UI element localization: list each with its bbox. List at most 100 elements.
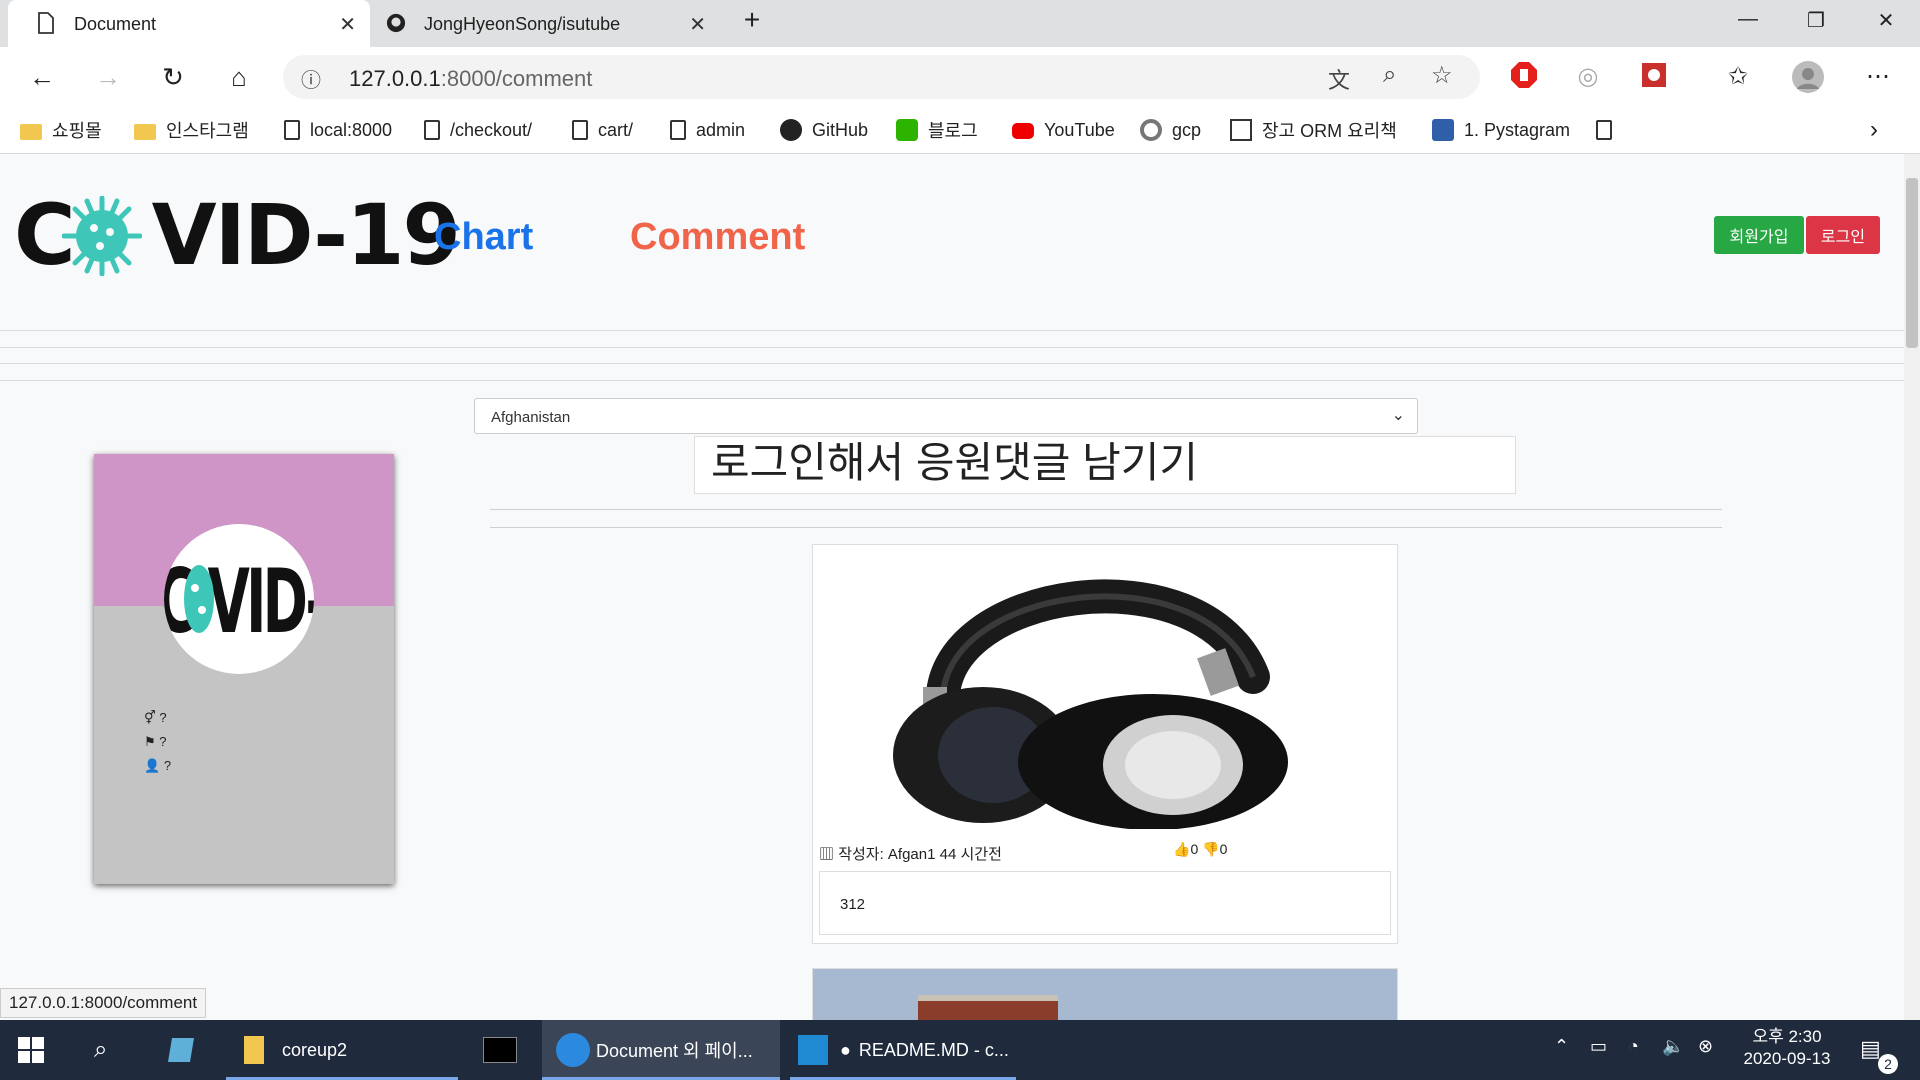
flag-icon: ⚑ <box>144 734 160 749</box>
url-text[interactable]: 127.0.0.1:8000/comment <box>349 66 592 92</box>
bookmark-youtube[interactable]: YouTube <box>1012 115 1115 145</box>
page-icon <box>424 120 440 140</box>
tab-isutube[interactable]: JongHyeonSong/isutube ✕ <box>370 0 720 47</box>
zoom-icon[interactable]: ⌕ <box>1383 61 1396 89</box>
thumbs-up-icon[interactable]: 👍 <box>1173 841 1190 857</box>
adblock-icon[interactable] <box>1508 61 1540 93</box>
browser-title-bar: Document ✕ JongHyeonSong/isutube ✕ + — ❐… <box>0 0 1920 47</box>
close-tab-icon[interactable]: ✕ <box>689 12 706 37</box>
tab-document[interactable]: Document ✕ <box>8 0 370 47</box>
battery-icon[interactable]: ▭ <box>1590 1036 1607 1057</box>
taskbar-clock[interactable]: 오후 2:30 2020-09-13 <box>1742 1026 1832 1070</box>
country-select-value: Afghanistan <box>491 409 571 426</box>
comment-reactions: 👍0 👎0 <box>1173 841 1227 858</box>
info-icon[interactable]: ⓘ <box>301 64 321 93</box>
notification-count-badge: 2 <box>1878 1054 1898 1074</box>
dismiss-circle-icon[interactable]: ⊗ <box>1698 1036 1713 1057</box>
country-select[interactable]: Afghanistan ⌄ <box>474 398 1418 434</box>
taskbar-item-coreup2[interactable]: coreup2 <box>226 1020 458 1080</box>
profile-country-value: ? <box>159 734 167 749</box>
taskbar-item-edge[interactable]: Document 외 페이... <box>542 1020 780 1080</box>
address-bar[interactable]: ⓘ 127.0.0.1:8000/comment ⽂ ⌕ ☆ <box>283 55 1480 99</box>
virus-icon <box>62 196 142 276</box>
bookmark-instagram[interactable]: 인스타그램 <box>134 115 249 145</box>
url-path: :8000/comment <box>440 66 593 91</box>
bookmark-label: GitHub <box>812 119 869 140</box>
back-icon[interactable]: ← <box>26 61 58 93</box>
refresh-icon[interactable]: ↻ <box>157 61 189 93</box>
bookmark-github[interactable]: GitHub <box>780 115 868 145</box>
profile-avatar-icon[interactable] <box>1792 61 1824 93</box>
page-scrollbar[interactable] <box>1904 154 1920 1020</box>
bookmark-checkout[interactable]: /checkout/ <box>424 115 532 145</box>
building-image <box>813 969 1397 1020</box>
home-icon[interactable]: ⌂ <box>223 61 255 93</box>
terminal-icon[interactable] <box>470 1020 530 1080</box>
divider <box>0 347 1904 348</box>
bookmark-untitled[interactable] <box>1596 115 1622 145</box>
bookmark-label: admin <box>696 119 746 140</box>
profile-gender-value: ? <box>159 710 167 725</box>
bookmark-shopping[interactable]: 쇼핑몰 <box>20 115 102 145</box>
notification-icon[interactable]: ▤ <box>1860 1036 1881 1062</box>
bookmark-label: cart/ <box>598 119 634 140</box>
github-icon <box>780 119 802 141</box>
bookmark-local[interactable]: local:8000 <box>284 115 392 145</box>
bookmark-label: 1. Pystagram <box>1464 119 1571 140</box>
divider <box>0 363 1904 364</box>
divider <box>490 509 1722 510</box>
minimize-icon[interactable]: — <box>1728 8 1768 31</box>
author-icon: ▥ <box>819 846 835 863</box>
bookmark-cart[interactable]: cart/ <box>572 115 633 145</box>
vscode-icon <box>798 1035 828 1065</box>
gender-icon: ⚥ <box>144 710 160 725</box>
scrollbar-thumb[interactable] <box>1906 178 1918 348</box>
avatar: C VID-19 <box>164 524 314 674</box>
taskbar-item-vscode[interactable]: ● README.MD - c... <box>790 1020 1016 1080</box>
favorite-star-icon[interactable]: ☆ <box>1431 61 1453 90</box>
nav-comment-link[interactable]: Comment <box>630 216 805 259</box>
restore-icon[interactable]: ❐ <box>1796 8 1836 33</box>
tab-title: Document <box>74 14 157 34</box>
windows-start-icon[interactable] <box>18 1020 54 1080</box>
notepad-icon[interactable] <box>166 1020 196 1080</box>
comment-time: 44 시간전 <box>939 846 1002 863</box>
chevron-down-icon: ⌄ <box>1391 407 1405 424</box>
bookmark-pystagram[interactable]: 1. Pystagram <box>1432 115 1570 145</box>
thumbs-down-icon[interactable]: 👎 <box>1202 841 1219 857</box>
divider <box>0 330 1904 331</box>
book-icon <box>1230 119 1252 141</box>
bookmark-admin[interactable]: admin <box>670 115 745 145</box>
forward-icon[interactable]: → <box>92 61 124 93</box>
comment-card: ▥ 작성자: Afgan1 44 시간전 👍0 👎0 312 <box>812 544 1398 944</box>
nav-chart-link[interactable]: Chart <box>434 216 533 259</box>
profile-user: 👤 ? <box>144 758 171 774</box>
more-menu-icon[interactable]: ⋯ <box>1862 61 1894 93</box>
site-header: C VID-19 Chart Comment 회원가입 로그인 <box>0 154 1904 314</box>
new-tab-icon[interactable]: + <box>732 4 772 36</box>
bookmarks-bar: 쇼핑몰 인스타그램 local:8000 /checkout/ cart/ ad… <box>0 107 1920 154</box>
wifi-icon[interactable]: ◔ <box>1628 1036 1639 1057</box>
tray-chevron-up-icon[interactable]: ⌃ <box>1554 1036 1569 1057</box>
bookmark-gcp[interactable]: gcp <box>1140 115 1201 145</box>
search-icon[interactable]: ⌕ <box>94 1020 107 1080</box>
taskbar: ⌕ coreup2 Document 외 페이... ● README.MD -… <box>0 1020 1920 1080</box>
extension-puzzle-icon[interactable] <box>1638 61 1670 93</box>
volume-icon[interactable]: 🔈 <box>1662 1036 1684 1057</box>
close-window-icon[interactable]: ✕ <box>1866 8 1906 33</box>
url-host: 127.0.0.1 <box>349 66 441 91</box>
translate-icon[interactable]: ⽂ <box>1328 63 1350 95</box>
login-to-comment-prompt[interactable]: 로그인해서 응원댓글 남기기 <box>694 436 1516 494</box>
extension-icon[interactable]: ◎ <box>1572 61 1604 93</box>
favorites-icon[interactable]: ✩ <box>1722 61 1754 93</box>
bookmarks-overflow-chevron-icon[interactable]: › <box>1870 115 1878 145</box>
comment-body: 312 <box>819 871 1391 935</box>
bookmark-label: YouTube <box>1044 119 1115 140</box>
signup-button[interactable]: 회원가입 <box>1714 216 1804 254</box>
bookmark-django-orm[interactable]: 장고 ORM 요리책 <box>1230 115 1397 145</box>
bookmark-blog[interactable]: 블로그 <box>896 115 978 145</box>
like-count: 0 <box>1190 841 1199 857</box>
login-button[interactable]: 로그인 <box>1806 216 1880 254</box>
virus-icon <box>184 565 214 633</box>
close-tab-icon[interactable]: ✕ <box>339 12 356 37</box>
